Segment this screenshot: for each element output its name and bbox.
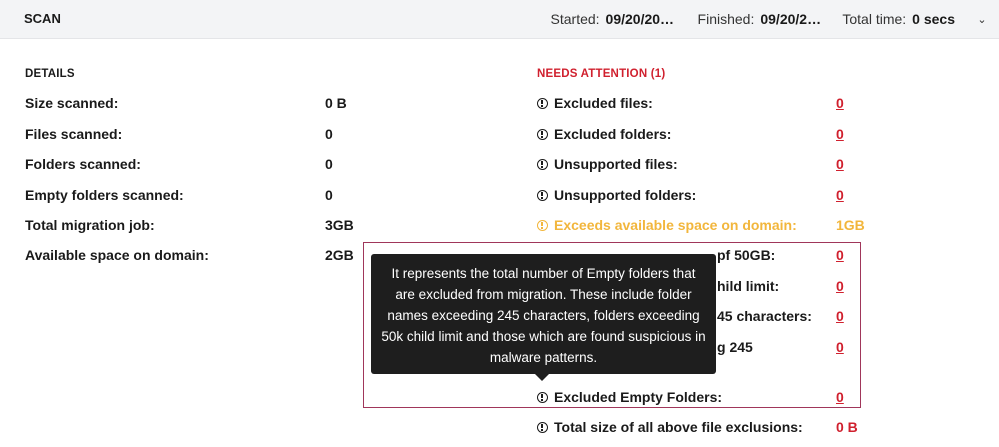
info-icon [537, 158, 548, 170]
exceeds-space-text: Exceeds available space on domain: [554, 217, 797, 233]
unsupported-folders-link[interactable]: 0 [836, 186, 844, 204]
info-icon [537, 189, 548, 201]
warning-info-icon [537, 219, 548, 231]
files-scanned-label: Files scanned: [25, 126, 123, 142]
info-icon [537, 97, 548, 109]
folders-scanned-value: 0 [325, 156, 333, 172]
size-scanned-value: 0 B [325, 95, 347, 111]
exceeds-space-value: 1GB [836, 217, 865, 233]
available-space-value: 2GB [325, 247, 354, 263]
started-value: 09/20/20… [605, 11, 675, 27]
excluded-files-text: Excluded files: [554, 95, 653, 111]
scan-header[interactable]: SCAN Started: 09/20/20… Finished: 09/20/… [0, 0, 999, 39]
scan-meta: Started: 09/20/20… Finished: 09/20/2… To… [551, 0, 999, 38]
total-migration-job-label: Total migration job: [25, 217, 155, 233]
empty-folders-scanned-value: 0 [325, 187, 333, 203]
total-time-value: 0 secs [912, 11, 955, 27]
info-icon [537, 421, 548, 433]
finished-value: 09/20/2… [760, 11, 822, 27]
exceeds-space-label: Exceeds available space on domain: [537, 216, 797, 234]
excluded-folders-label: Excluded folders: [537, 125, 671, 143]
details-title: DETAILS [25, 68, 75, 80]
finished-label: Finished: [697, 11, 755, 27]
excluded-folders-link[interactable]: 0 [836, 125, 844, 143]
total-size-exclusions-label: Total size of all above file exclusions: [537, 418, 803, 436]
total-migration-job-value: 3GB [325, 217, 354, 233]
unsupported-files-link[interactable]: 0 [836, 155, 844, 173]
files-scanned-value: 0 [325, 126, 333, 142]
unsupported-folders-text: Unsupported folders: [554, 187, 697, 203]
available-space-label: Available space on domain: [25, 247, 209, 263]
unsupported-files-label: Unsupported files: [537, 155, 678, 173]
total-size-exclusions-value: 0 B [836, 419, 858, 435]
excluded-folders-text: Excluded folders: [554, 126, 672, 142]
chevron-down-icon[interactable]: ⌄ [965, 13, 999, 26]
folders-scanned-label: Folders scanned: [25, 156, 141, 172]
tooltip-arrow [535, 374, 549, 381]
unsupported-files-text: Unsupported files: [554, 156, 678, 172]
tooltip-text: It represents the total number of Empty … [381, 266, 706, 365]
info-icon [537, 128, 548, 140]
total-size-exclusions-text: Total size of all above file exclusions: [554, 419, 803, 435]
unsupported-folders-label: Unsupported folders: [537, 186, 696, 204]
excluded-files-label: Excluded files: [537, 94, 653, 112]
empty-folders-scanned-label: Empty folders scanned: [25, 187, 184, 203]
excluded-files-link[interactable]: 0 [836, 94, 844, 112]
size-scanned-label: Size scanned: [25, 95, 119, 111]
total-time-label: Total time: [842, 11, 907, 27]
tooltip: It represents the total number of Empty … [371, 254, 716, 374]
scan-title: SCAN [24, 11, 61, 26]
started-label: Started: [550, 11, 600, 27]
needs-attention-title: NEEDS ATTENTION (1) [537, 68, 666, 80]
